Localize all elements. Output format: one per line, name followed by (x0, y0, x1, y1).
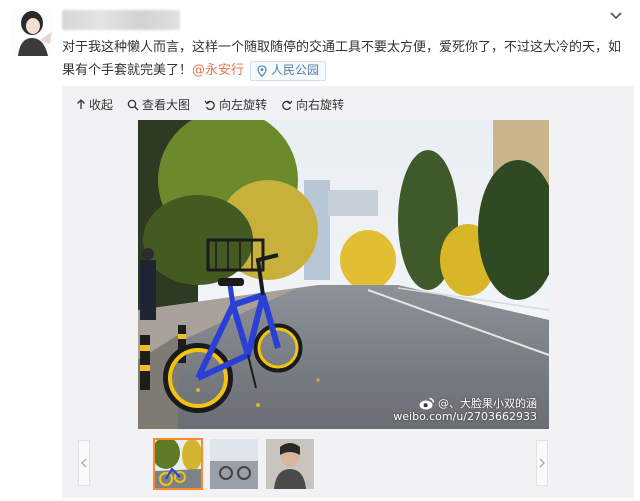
next-thumb-button[interactable] (536, 440, 548, 486)
thumbnail-2-image (210, 439, 258, 489)
avatar-image (10, 8, 54, 56)
thumbnail-1[interactable] (153, 438, 203, 490)
location-pin-icon (257, 64, 267, 77)
view-large-button[interactable]: 查看大图 (127, 96, 190, 113)
main-photo[interactable]: @、大脸果小双的涵 weibo.com/u/2703662933 (138, 120, 549, 429)
rotate-right-label: 向右旋转 (296, 98, 345, 112)
location-tag[interactable]: 人民公园 (250, 60, 327, 81)
post-body: 对于我这种懒人而言，这样一个随取随停的交通工具不要太方便，爱死你了，不过这大冷的… (62, 40, 622, 78)
thumbnail-3[interactable] (266, 439, 314, 489)
chevron-left-icon (81, 458, 87, 468)
weibo-logo-icon (419, 397, 435, 410)
rotate-right-icon (282, 100, 293, 110)
rotate-left-icon (204, 100, 215, 110)
post-text: 对于我这种懒人而言，这样一个随取随停的交通工具不要太方便，爱死你了，不过这大冷的… (62, 36, 632, 82)
username-redacted[interactable] (62, 10, 180, 30)
photo-watermark: @、大脸果小双的涵 weibo.com/u/2703662933 (393, 397, 537, 423)
thumbnail-strip (62, 436, 634, 492)
collapse-button[interactable]: 收起 (76, 96, 113, 113)
thumbnail-3-image (266, 439, 314, 489)
chevron-right-icon (539, 458, 545, 468)
chevron-down-icon[interactable] (608, 8, 624, 22)
location-label: 人民公园 (271, 63, 320, 77)
watermark-author: @、大脸果小双的涵 (438, 397, 537, 410)
media-viewer: 收起 查看大图 向左旋转 向右旋转 @、大脸果小双的涵 weibo.com/u/… (62, 86, 634, 498)
collapse-label: 收起 (89, 98, 114, 112)
street-bike-photo (138, 120, 549, 429)
prev-thumb-button[interactable] (78, 440, 90, 486)
rotate-right-button[interactable]: 向右旋转 (281, 96, 344, 113)
avatar[interactable] (10, 8, 54, 56)
thumbnail-2[interactable] (210, 439, 258, 489)
media-toolbar: 收起 查看大图 向左旋转 向右旋转 (76, 96, 358, 113)
watermark-url: weibo.com/u/2703662933 (393, 410, 537, 423)
view-large-label: 查看大图 (142, 98, 191, 112)
thumbnail-1-image (154, 439, 202, 489)
magnifier-icon (127, 99, 139, 110)
rotate-left-button[interactable]: 向左旋转 (204, 96, 267, 113)
arrow-up-icon (77, 99, 85, 109)
mention-link[interactable]: @永安行 (192, 63, 244, 78)
rotate-left-label: 向左旋转 (219, 98, 268, 112)
